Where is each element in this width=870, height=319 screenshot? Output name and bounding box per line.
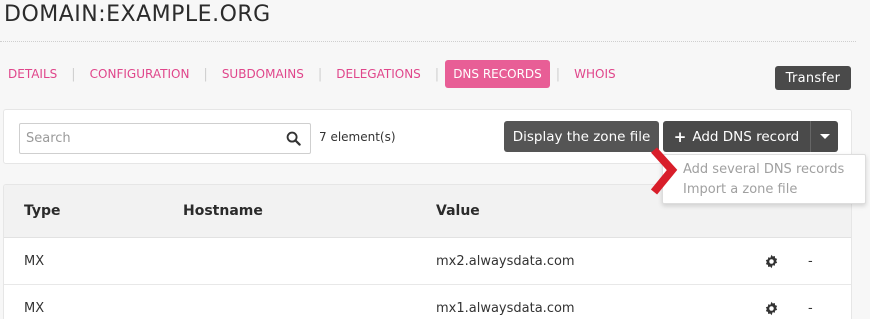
record-value: mx2.alwaysdata.com bbox=[436, 254, 575, 269]
transfer-button[interactable]: Transfer bbox=[775, 66, 851, 90]
record-type: MX bbox=[24, 301, 45, 316]
menu-item-add-several-dns-records[interactable]: Add several DNS records bbox=[683, 160, 865, 180]
record-extra: - bbox=[808, 254, 813, 269]
element-count: 7 element(s) bbox=[319, 130, 396, 144]
gear-icon[interactable] bbox=[764, 301, 779, 316]
tab-details[interactable]: DETAILS bbox=[0, 60, 65, 88]
tab-bar: DETAILS | CONFIGURATION | SUBDOMAINS | D… bbox=[0, 60, 624, 88]
dns-records-table: Type Hostname Value MX mx2.alwaysdata.co… bbox=[3, 184, 852, 319]
tab-configuration[interactable]: CONFIGURATION bbox=[82, 60, 198, 88]
plus-icon: + bbox=[673, 127, 687, 146]
record-type: MX bbox=[24, 254, 45, 269]
tab-separator: | bbox=[203, 66, 208, 82]
tab-separator: | bbox=[71, 66, 76, 82]
tab-whois[interactable]: WHOIS bbox=[566, 60, 624, 88]
search-icon[interactable] bbox=[286, 131, 301, 146]
display-zone-file-button[interactable]: Display the zone file bbox=[504, 121, 659, 152]
add-dns-dropdown-menu: Add several DNS records Import a zone fi… bbox=[662, 154, 866, 204]
table-row: MX mx1.alwaysdata.com - bbox=[4, 285, 851, 319]
tab-separator: | bbox=[555, 66, 561, 82]
column-header-value[interactable]: Value bbox=[436, 203, 480, 219]
column-header-hostname[interactable]: Hostname bbox=[183, 203, 263, 219]
tab-delegations[interactable]: DELEGATIONS bbox=[328, 60, 429, 88]
search-input[interactable] bbox=[20, 124, 270, 153]
add-dns-dropdown-toggle[interactable] bbox=[810, 121, 838, 152]
add-dns-record-label: Add DNS record bbox=[692, 128, 800, 145]
tab-subdomains[interactable]: SUBDOMAINS bbox=[214, 60, 312, 88]
record-value: mx1.alwaysdata.com bbox=[436, 301, 575, 316]
pointer-arrow-icon bbox=[650, 147, 678, 195]
add-dns-record-button[interactable]: + Add DNS record bbox=[663, 121, 810, 152]
menu-item-import-zone-file[interactable]: Import a zone file bbox=[683, 180, 865, 200]
page-title: DOMAIN:EXAMPLE.ORG bbox=[4, 2, 271, 27]
title-divider bbox=[0, 41, 856, 42]
caret-down-icon bbox=[819, 134, 830, 139]
tab-dns-records[interactable]: DNS RECORDS bbox=[445, 60, 550, 88]
table-row: MX mx2.alwaysdata.com - bbox=[4, 238, 851, 285]
search-box bbox=[19, 123, 311, 154]
tab-separator: | bbox=[317, 66, 323, 82]
tab-separator: | bbox=[434, 66, 440, 82]
column-header-type[interactable]: Type bbox=[24, 203, 61, 219]
gear-icon[interactable] bbox=[764, 254, 779, 269]
record-extra: - bbox=[808, 301, 813, 316]
